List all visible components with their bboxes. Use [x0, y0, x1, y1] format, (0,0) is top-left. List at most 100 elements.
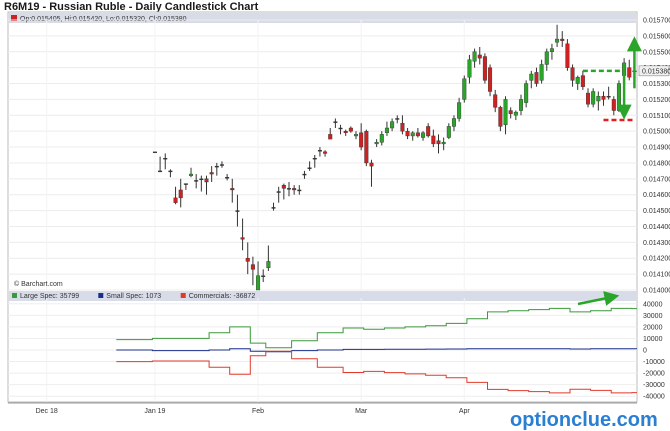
candle-body: [586, 92, 591, 105]
cot-legend-label: Commercials: -36872: [189, 293, 256, 300]
price-y-tick-label: 0.014800: [643, 160, 670, 167]
candle-body: [560, 38, 565, 41]
x-tick-label: Jan 19: [144, 408, 165, 415]
price-panel: [7, 11, 638, 291]
candle-body: [333, 121, 338, 123]
candle-body: [488, 67, 493, 92]
cot-y-tick-label: 0: [643, 348, 647, 355]
candle-body: [194, 180, 199, 182]
candle-body: [364, 130, 369, 164]
candle-body: [591, 91, 596, 105]
candle-body: [312, 157, 317, 160]
price-y-tick-label: 0.014400: [643, 224, 670, 231]
cot-legend-swatch: [12, 293, 17, 298]
copyright-label: © Barchart.com: [14, 280, 63, 288]
candle-body: [627, 67, 632, 78]
candle-body: [199, 178, 204, 181]
last-price-label: 0.015380: [642, 68, 670, 75]
chart-svg: Op:0.015405, Hi:0.015420, Lo:0.015320, C…: [7, 11, 670, 431]
candle-body: [235, 210, 240, 212]
candle-body: [292, 188, 297, 191]
candle-body: [317, 150, 322, 152]
price-y-tick-label: 0.014100: [643, 272, 670, 279]
candle-body: [426, 126, 431, 137]
candle-body: [359, 132, 364, 148]
candle-body: [462, 78, 467, 100]
price-y-tick-label: 0.015600: [643, 33, 670, 40]
price-y-tick-label: 0.015100: [643, 113, 670, 120]
candle-body: [534, 72, 539, 84]
candle-body: [596, 96, 601, 102]
candle-body: [508, 110, 513, 114]
candle-body: [354, 134, 359, 137]
candle-body: [400, 123, 405, 132]
candle-body: [529, 73, 534, 81]
cot-y-tick-label: -10000: [643, 359, 665, 366]
candle-body: [606, 96, 611, 98]
price-y-tick-label: 0.014200: [643, 256, 670, 263]
cot-legend-swatch: [180, 293, 186, 298]
x-tick-label: Dec 18: [36, 408, 58, 415]
candle-body: [307, 167, 312, 169]
cot-y-tick-label: 30000: [643, 313, 663, 320]
candle-body: [323, 151, 328, 154]
candle-body: [436, 140, 441, 145]
candle-body: [415, 132, 420, 137]
cot-legend-label: Small Spec: 1073: [106, 293, 161, 300]
candle-body: [451, 118, 456, 127]
candle-body: [498, 107, 503, 127]
candle-body: [158, 170, 163, 173]
candle-body: [611, 99, 616, 111]
candle-body: [467, 59, 472, 78]
candle-body: [266, 261, 271, 268]
candle-body: [565, 43, 570, 68]
candle-body: [384, 127, 389, 133]
watermark-text: optionclue.com: [510, 409, 658, 431]
cot-y-tick-label: -30000: [643, 382, 665, 389]
candle-body: [343, 130, 348, 133]
candle-body: [250, 264, 255, 270]
price-y-tick-label: 0.015700: [643, 18, 670, 25]
price-y-tick-label: 0.014300: [643, 240, 670, 247]
candle-body: [503, 99, 508, 126]
cot-panel: [7, 289, 638, 403]
price-y-tick-label: 0.014700: [643, 176, 670, 183]
candle-body: [518, 99, 524, 111]
candle-body: [219, 164, 224, 166]
candle-body: [281, 184, 286, 189]
candle-body: [482, 56, 487, 81]
cot-y-tick-label: -20000: [643, 371, 665, 378]
candle-body: [570, 67, 575, 81]
candle-body: [348, 127, 353, 132]
candle-body: [245, 258, 250, 262]
candle-body: [302, 173, 307, 176]
candle-body: [410, 132, 415, 137]
candle-body: [271, 207, 276, 209]
candle-body: [178, 189, 183, 199]
candle-body: [472, 51, 477, 62]
x-tick-label: Mar: [355, 408, 368, 415]
candle-body: [168, 170, 173, 173]
candle-body: [214, 165, 219, 168]
candle-body: [580, 75, 585, 87]
candle-body: [513, 111, 518, 116]
candle-body: [276, 191, 281, 193]
candle-body: [369, 162, 374, 167]
candle-body: [338, 127, 343, 130]
candle-body: [477, 54, 482, 59]
candle-body: [152, 151, 157, 154]
price-y-tick-label: 0.015000: [643, 129, 670, 136]
candle-body: [256, 275, 261, 291]
cot-y-tick-label: 40000: [643, 301, 663, 308]
price-y-tick-label: 0.015500: [643, 49, 670, 56]
cot-y-tick-label: 20000: [643, 324, 663, 331]
candle-body: [328, 134, 333, 140]
candle-body: [555, 38, 560, 43]
candle-body: [297, 189, 302, 192]
cot-legend-label: Large Spec: 35799: [20, 293, 79, 300]
cot-y-tick-label: 10000: [643, 336, 663, 343]
candle-body: [230, 188, 235, 191]
price-y-tick-label: 0.014500: [643, 208, 670, 215]
candle-body: [457, 102, 462, 119]
candle-body: [173, 197, 178, 203]
